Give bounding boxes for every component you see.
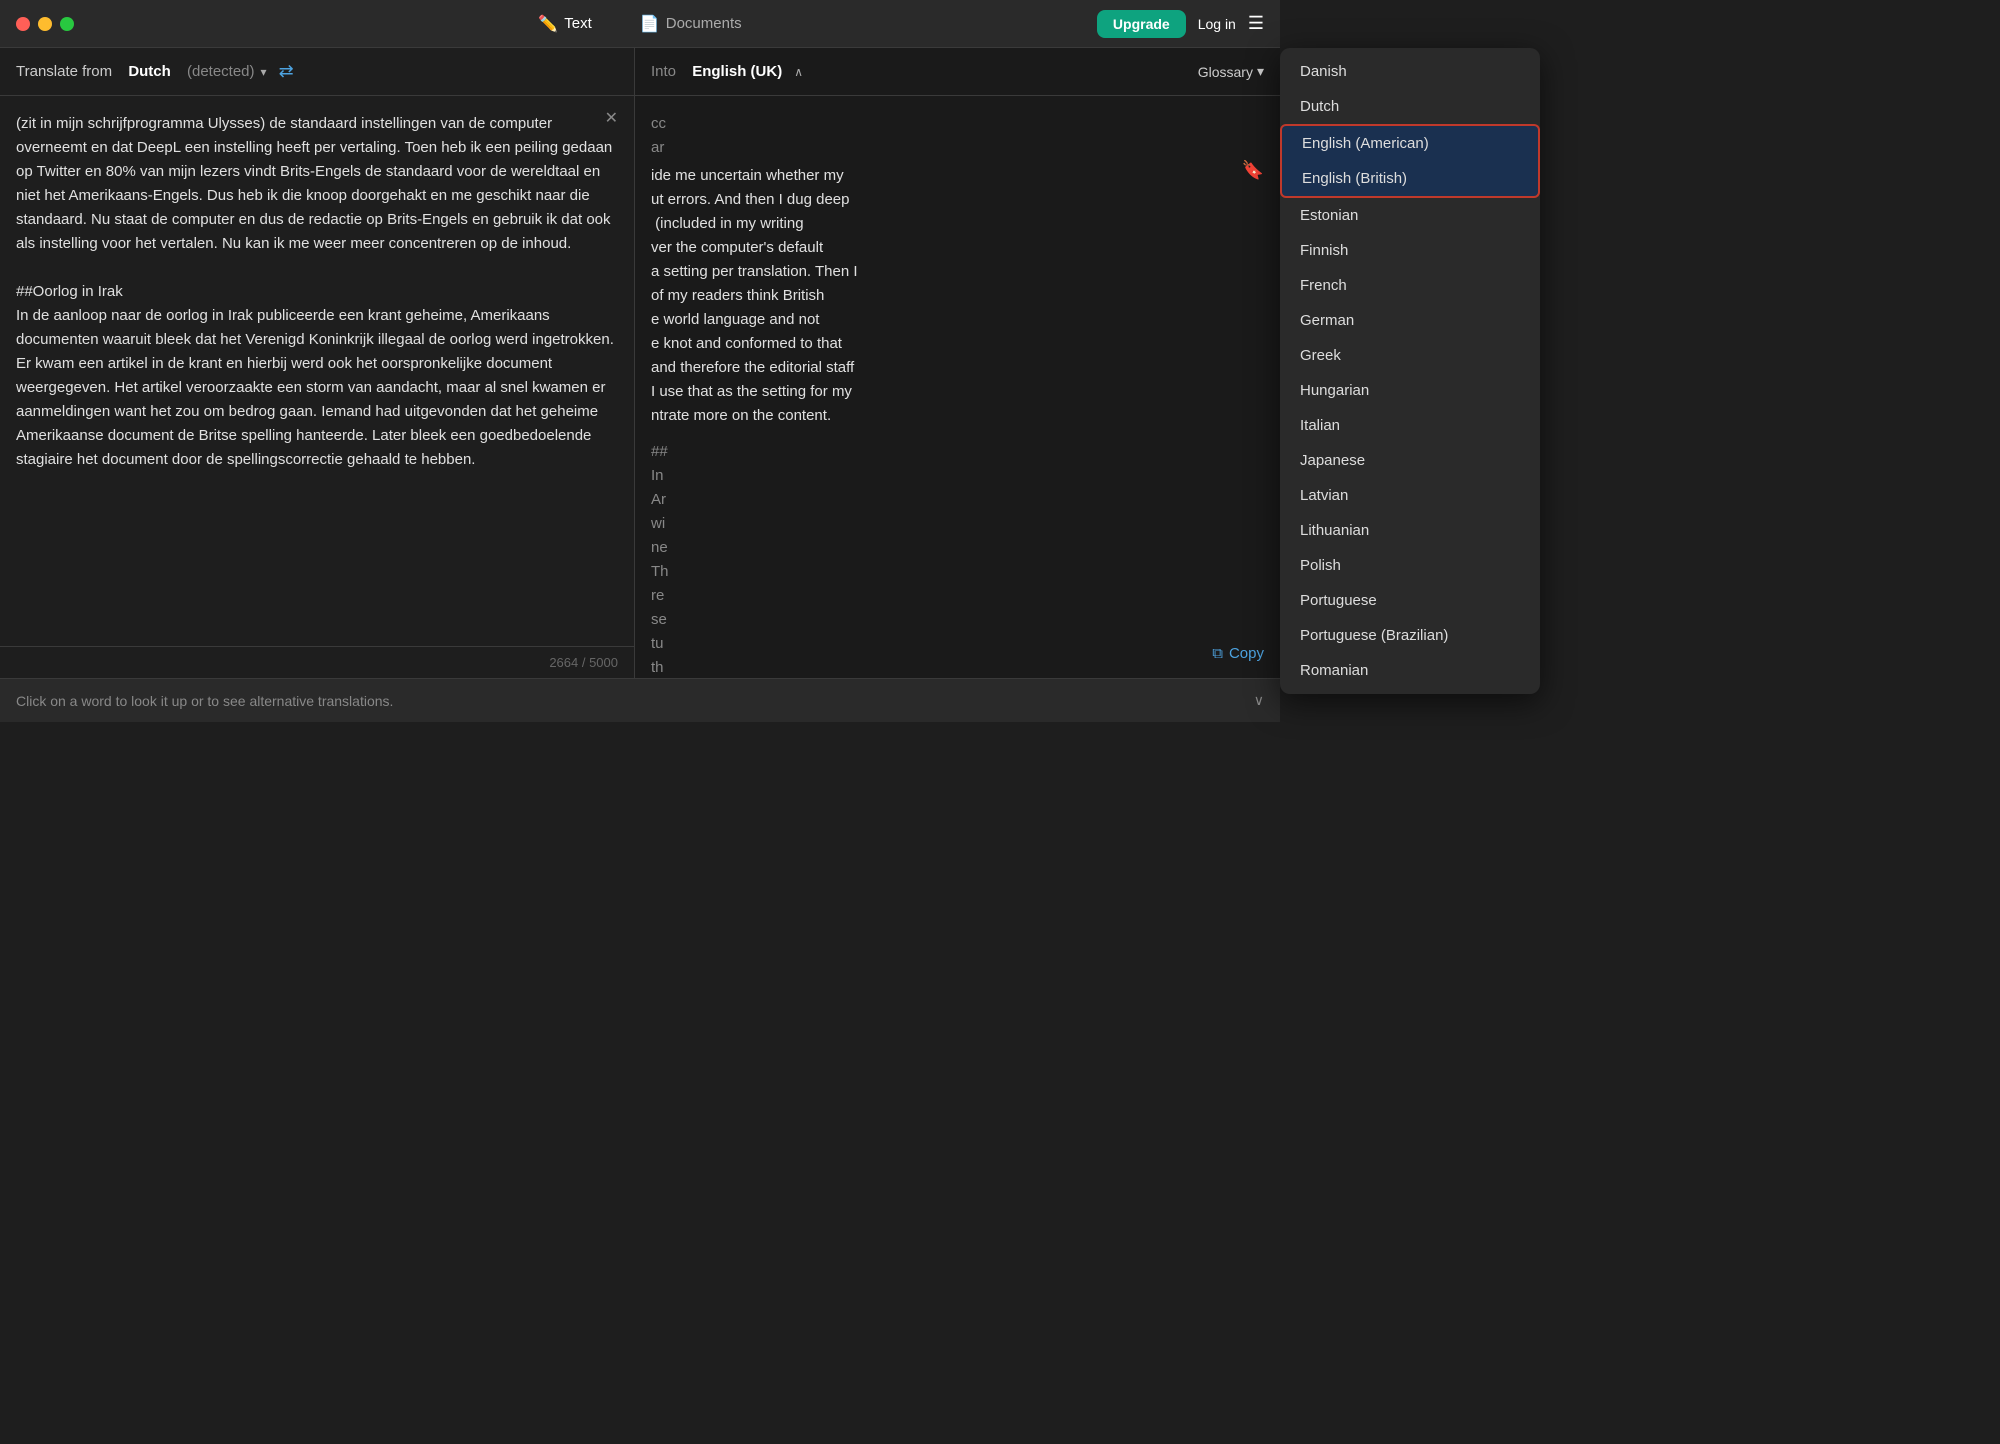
- english-british-label: English (British): [1302, 170, 1407, 187]
- target-lang-chevron-icon: ∧: [794, 65, 803, 79]
- right-panel: Into English (UK) ∧ Glossary ▾ 🔖 cc ar i…: [635, 48, 1280, 678]
- copy-icon: ⧉: [1212, 645, 1223, 662]
- copy-label: Copy: [1229, 645, 1264, 662]
- dropdown-item-portuguese[interactable]: Portuguese: [1280, 583, 1540, 618]
- danish-label: Danish: [1300, 63, 1347, 80]
- dropdown-item-dutch[interactable]: Dutch: [1280, 89, 1540, 124]
- french-label: French: [1300, 277, 1347, 294]
- portuguese-label: Portuguese: [1300, 592, 1377, 609]
- swap-icon: ⇄: [279, 61, 294, 81]
- source-lang-chevron-icon: ▾: [261, 65, 267, 79]
- menu-icon[interactable]: ☰: [1248, 13, 1264, 34]
- close-traffic-light[interactable]: [16, 17, 30, 31]
- main-area: Translate from Dutch (detected) ▾ ⇄ ✕ (z…: [0, 48, 1280, 678]
- left-panel: Translate from Dutch (detected) ▾ ⇄ ✕ (z…: [0, 48, 635, 678]
- char-count: 2664 / 5000: [0, 646, 634, 678]
- source-text: (zit in mijn schrijfprogramma Ulysses) d…: [16, 112, 618, 472]
- finnish-label: Finnish: [1300, 242, 1348, 259]
- dropdown-item-estonian[interactable]: Estonian: [1280, 198, 1540, 233]
- glossary-label: Glossary: [1198, 64, 1253, 80]
- translated-text-main: ide me uncertain whether my ut errors. A…: [651, 164, 1264, 428]
- target-language-selector[interactable]: Into English (UK) ∧: [651, 63, 803, 80]
- swap-languages-button[interactable]: ⇄: [279, 61, 294, 82]
- titlebar: ✏️ Text 📄 Documents Upgrade Log in ☰: [0, 0, 1280, 48]
- titlebar-right: Upgrade Log in ☰: [1097, 10, 1264, 38]
- dropdown-item-greek[interactable]: Greek: [1280, 338, 1540, 373]
- traffic-lights: [16, 17, 74, 31]
- source-text-area[interactable]: ✕ (zit in mijn schrijfprogramma Ulysses)…: [0, 96, 634, 646]
- german-label: German: [1300, 312, 1354, 329]
- clear-text-button[interactable]: ✕: [605, 108, 618, 128]
- greek-label: Greek: [1300, 347, 1341, 364]
- dropdown-item-italian[interactable]: Italian: [1280, 408, 1540, 443]
- tab-documents[interactable]: 📄 Documents: [632, 10, 750, 38]
- minimize-traffic-light[interactable]: [38, 17, 52, 31]
- glossary-chevron-icon: ▾: [1257, 63, 1264, 80]
- dropdown-item-english-american[interactable]: English (American): [1280, 124, 1540, 161]
- target-language-name: English (UK): [692, 63, 782, 80]
- right-panel-header: Into English (UK) ∧ Glossary ▾: [635, 48, 1280, 96]
- estonian-label: Estonian: [1300, 207, 1358, 224]
- tab-text[interactable]: ✏️ Text: [530, 10, 599, 38]
- hungarian-label: Hungarian: [1300, 382, 1369, 399]
- dropdown-item-lithuanian[interactable]: Lithuanian: [1280, 513, 1540, 548]
- dropdown-item-romanian[interactable]: Romanian: [1280, 653, 1540, 688]
- translated-text-area: 🔖 cc ar ide me uncertain whether my ut e…: [635, 96, 1280, 678]
- lithuanian-label: Lithuanian: [1300, 522, 1369, 539]
- documents-icon: 📄: [640, 14, 660, 34]
- bottom-hint: Click on a word to look it up or to see …: [16, 693, 393, 709]
- translated-text-section2: ## In Ar wi ne Th re se tu th: [651, 440, 1264, 678]
- dropdown-item-german[interactable]: German: [1280, 303, 1540, 338]
- bookmark-button[interactable]: 🔖: [1242, 156, 1264, 185]
- tab-text-label: Text: [564, 15, 592, 32]
- upgrade-button[interactable]: Upgrade: [1097, 10, 1186, 38]
- bottom-bar-chevron-icon: ∨: [1254, 692, 1264, 709]
- translate-from-label: Translate from: [16, 63, 112, 80]
- dropdown-item-finnish[interactable]: Finnish: [1280, 233, 1540, 268]
- latvian-label: Latvian: [1300, 487, 1348, 504]
- italian-label: Italian: [1300, 417, 1340, 434]
- dutch-label: Dutch: [1300, 98, 1339, 115]
- dropdown-item-hungarian[interactable]: Hungarian: [1280, 373, 1540, 408]
- translated-text: cc ar: [651, 112, 1264, 160]
- titlebar-nav: ✏️ Text 📄 Documents: [530, 10, 749, 38]
- into-label: Into: [651, 63, 676, 80]
- dropdown-item-portuguese-brazilian[interactable]: Portuguese (Brazilian): [1280, 618, 1540, 653]
- language-dropdown: Danish Dutch English (American) English …: [1280, 48, 1540, 694]
- text-icon: ✏️: [538, 14, 558, 34]
- left-panel-header: Translate from Dutch (detected) ▾ ⇄: [0, 48, 634, 96]
- dropdown-item-danish[interactable]: Danish: [1280, 54, 1540, 89]
- detected-label: (detected): [187, 63, 255, 80]
- source-language-name: Dutch: [128, 63, 171, 80]
- copy-button[interactable]: ⧉ Copy: [1212, 645, 1264, 662]
- glossary-button[interactable]: Glossary ▾: [1198, 63, 1264, 80]
- source-language-selector[interactable]: Translate from Dutch (detected) ▾: [16, 63, 267, 80]
- login-button[interactable]: Log in: [1198, 16, 1236, 32]
- dropdown-item-polish[interactable]: Polish: [1280, 548, 1540, 583]
- dropdown-item-english-british[interactable]: English (British): [1280, 161, 1540, 198]
- japanese-label: Japanese: [1300, 452, 1365, 469]
- polish-label: Polish: [1300, 557, 1341, 574]
- english-american-label: English (American): [1302, 135, 1429, 152]
- dropdown-item-french[interactable]: French: [1280, 268, 1540, 303]
- bottom-bar: Click on a word to look it up or to see …: [0, 678, 1280, 722]
- romanian-label: Romanian: [1300, 662, 1368, 679]
- dropdown-item-latvian[interactable]: Latvian: [1280, 478, 1540, 513]
- portuguese-brazilian-label: Portuguese (Brazilian): [1300, 627, 1448, 644]
- fullscreen-traffic-light[interactable]: [60, 17, 74, 31]
- tab-documents-label: Documents: [666, 15, 742, 32]
- dropdown-item-japanese[interactable]: Japanese: [1280, 443, 1540, 478]
